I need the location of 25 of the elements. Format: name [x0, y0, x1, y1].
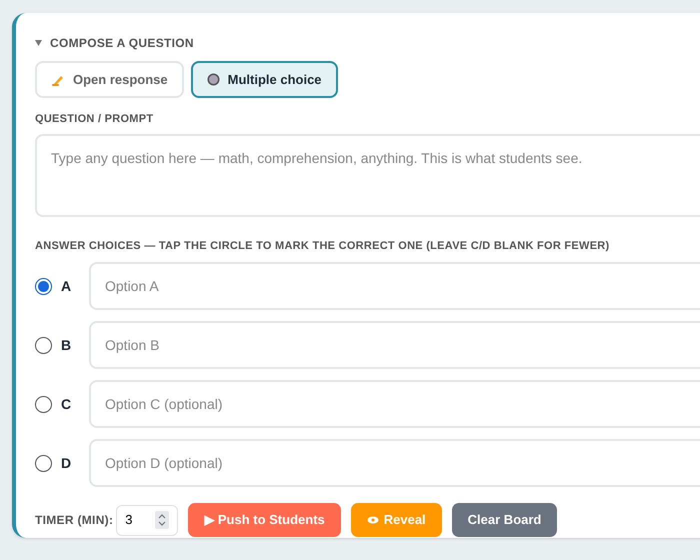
timer-field[interactable]: 3 [116, 504, 178, 536]
choice-letter: D [61, 454, 72, 472]
correct-radio[interactable] [35, 336, 52, 354]
correct-radio[interactable] [35, 454, 52, 472]
prompt-field[interactable]: Type any question here — math, comprehension, anything. This is what students see. [35, 134, 700, 216]
mode-tab[interactable]: Multiple choice [190, 61, 338, 98]
mode-tab[interactable]: Open response [35, 61, 184, 98]
answers-label: ANSWER CHOICES — TAP THE CIRCLE TO MARK THE CORRECT ONE (LEAVE C/D BLANK FOR FEWER) [35, 238, 610, 254]
choice-letter: C [61, 394, 72, 414]
stepper-icon[interactable] [155, 511, 170, 529]
option-field[interactable]: Option D (optional) [89, 439, 700, 487]
section-title: COMPOSE A QUESTION [50, 35, 194, 52]
option-field[interactable]: Option B [89, 321, 700, 369]
collapse-caret-icon[interactable] [35, 40, 42, 46]
option-field[interactable]: Option C (optional) [89, 380, 700, 428]
correct-radio[interactable] [35, 278, 52, 294]
eye-icon [366, 516, 379, 524]
choice-letter: A [61, 276, 72, 296]
prompt-label: QUESTION / PROMPT [35, 112, 154, 127]
radio-dot-icon [206, 73, 220, 86]
choice-letter: B [61, 336, 72, 354]
correct-radio[interactable] [35, 396, 52, 412]
timer-label: TIMER (MIN): [35, 512, 114, 529]
option-field[interactable]: Option A [89, 262, 700, 310]
clear-button[interactable]: Clear Board [452, 503, 558, 537]
